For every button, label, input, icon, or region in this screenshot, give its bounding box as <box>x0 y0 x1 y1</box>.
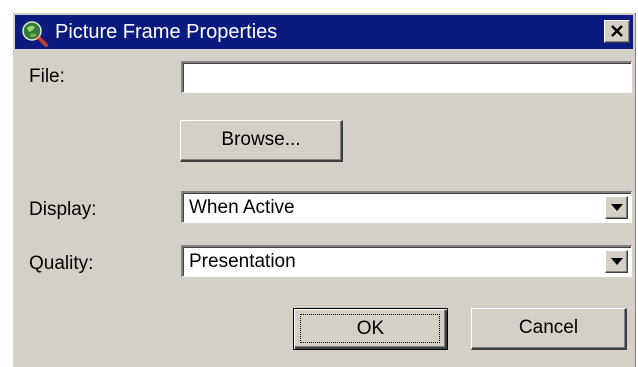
focus-rectangle <box>300 314 440 343</box>
browse-button[interactable]: Browse... <box>180 120 343 162</box>
quality-label: Quality: <box>29 253 94 274</box>
browse-button-label: Browse... <box>221 129 301 150</box>
cancel-button-label: Cancel <box>518 317 579 338</box>
window-title: Picture Frame Properties <box>55 21 278 43</box>
chevron-down-icon <box>611 204 623 211</box>
quality-dropdown[interactable]: Presentation <box>181 245 632 277</box>
title-bar[interactable]: Picture Frame Properties <box>15 15 633 49</box>
picture-frame-icon <box>21 19 49 47</box>
chevron-down-icon <box>611 258 623 265</box>
display-label: Display: <box>29 199 97 220</box>
file-input[interactable] <box>181 61 632 93</box>
display-dropdown-button[interactable] <box>605 196 628 219</box>
ok-button[interactable]: OK <box>293 308 448 350</box>
display-dropdown[interactable]: When Active <box>181 191 632 223</box>
cancel-button[interactable]: Cancel <box>471 308 627 350</box>
quality-dropdown-button[interactable] <box>605 250 628 273</box>
display-dropdown-value: When Active <box>189 197 295 218</box>
close-button[interactable] <box>604 20 630 43</box>
picture-frame-properties-dialog: Picture Frame Properties File: Browse...… <box>12 12 636 367</box>
close-icon <box>611 25 623 37</box>
file-label: File: <box>29 66 65 87</box>
quality-dropdown-value: Presentation <box>189 251 296 272</box>
